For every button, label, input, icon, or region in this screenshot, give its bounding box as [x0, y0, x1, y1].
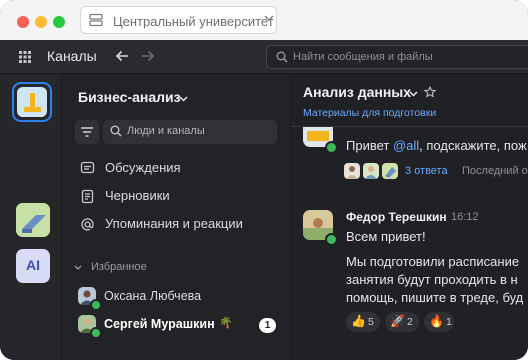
fire-icon: 🔥 [429, 314, 444, 328]
workspace-business-analysis[interactable] [12, 82, 52, 122]
star-icon[interactable] [424, 86, 436, 98]
draft-icon [81, 189, 94, 204]
server-icon [89, 13, 103, 27]
global-search-input[interactable]: Найти сообщения и файлы [266, 45, 528, 69]
forward-arrow-icon[interactable] [140, 48, 156, 64]
channel-view: Анализ данных Материалы для подготовки П… [291, 74, 528, 360]
filter-button[interactable] [75, 120, 99, 144]
people-channels-search-input[interactable]: Люди и каналы [103, 120, 277, 144]
search-icon [276, 51, 288, 63]
search-placeholder: Люди и каналы [127, 125, 205, 137]
minimize-window-button[interactable] [35, 16, 47, 28]
workspace-ai-label: AI [26, 257, 40, 273]
apps-grid-icon[interactable] [19, 51, 31, 63]
thread-replies-link[interactable]: 3 ответа [405, 165, 448, 177]
favorite-name: Оксана Любчева [104, 289, 202, 303]
message-time: 16:12 [451, 211, 479, 223]
workspace-title: Центральный университет [113, 14, 274, 29]
reaction-count: 5 [368, 316, 374, 328]
chevron-down-icon[interactable] [264, 15, 274, 21]
filter-icon [81, 127, 93, 137]
chat-icon [80, 161, 95, 174]
message-author[interactable]: Федор Терешкин [346, 210, 447, 224]
thumbs-up-icon: 👍 [351, 314, 366, 328]
channel-sidebar: Бизнес-анализ Люди и каналы Обсуждения Ч… [62, 74, 291, 360]
back-arrow-icon[interactable] [114, 48, 130, 64]
last-reply-time: Последний о [462, 165, 528, 177]
reaction-count: 1 [446, 316, 452, 328]
favorite-item-sergey[interactable]: Сергей Мурашкин 🌴 1 [78, 315, 278, 339]
sidebar-item-label: Черновики [105, 188, 170, 203]
close-window-button[interactable] [17, 16, 29, 28]
chevron-down-icon[interactable] [179, 96, 188, 102]
top-navigation: Каналы Найти сообщения и файлы [0, 40, 528, 74]
message-list: Привет @all, подскажите, пож 3 ответа По… [291, 127, 528, 360]
message-line: занятия будут проходить в н [346, 272, 518, 287]
channel-materials-link[interactable]: Материалы для подготовки [303, 107, 436, 119]
channel-title[interactable]: Анализ данных [303, 84, 411, 100]
reaction-rocket[interactable]: 🚀 2 [385, 312, 419, 332]
workspace-logo-icon [16, 203, 50, 237]
workspace-ai[interactable]: AI [16, 249, 50, 283]
workspace-rail: AI [0, 74, 62, 360]
maximize-window-button[interactable] [53, 16, 65, 28]
title-bar: Центральный университет [0, 0, 528, 41]
chevron-down-icon [74, 265, 82, 270]
app-window: Центральный университет Каналы Найти соо… [0, 0, 528, 360]
favorite-name: Сергей Мурашкин [104, 317, 215, 331]
online-status-icon [90, 327, 102, 339]
message-line: Всем привет! [346, 229, 426, 244]
online-status-icon [90, 299, 102, 311]
online-status-icon [325, 233, 338, 246]
favorite-item-oksana[interactable]: Оксана Любчева [78, 287, 278, 311]
section-title: Каналы [47, 48, 97, 64]
workspace-switcher[interactable]: Центральный университет [80, 6, 277, 34]
mention-link[interactable]: @all [393, 138, 419, 153]
message-line: Мы подготовили расписание [346, 254, 520, 269]
favorites-label: Избранное [91, 261, 147, 273]
reaction-count: 2 [407, 316, 413, 328]
message-text: Привет @all, подскажите, пож [346, 138, 527, 153]
search-placeholder: Найти сообщения и файлы [293, 51, 433, 63]
reaction-thumbs-up[interactable]: 👍 5 [346, 312, 380, 332]
thread-participant-avatar [382, 163, 398, 179]
reaction-fire[interactable]: 🔥 1 [424, 312, 454, 332]
workspace-second[interactable] [16, 203, 50, 237]
status-emoji-icon: 🌴 [219, 317, 233, 329]
search-icon [110, 125, 122, 137]
sidebar-item-label: Упоминания и реакции [105, 216, 243, 231]
rocket-icon: 🚀 [390, 314, 405, 328]
thread-participant-avatar [344, 163, 360, 179]
message-line: помощь, пишите в треде, буд [346, 290, 524, 305]
unread-count-badge: 1 [259, 318, 276, 333]
workspace-name[interactable]: Бизнес-анализ [78, 89, 181, 105]
thread-participant-avatar [363, 163, 379, 179]
chevron-down-icon[interactable] [409, 91, 418, 97]
sidebar-item-label: Обсуждения [105, 160, 181, 175]
online-status-icon [325, 141, 338, 154]
workspace-logo-icon [17, 87, 47, 117]
at-icon [81, 218, 94, 231]
